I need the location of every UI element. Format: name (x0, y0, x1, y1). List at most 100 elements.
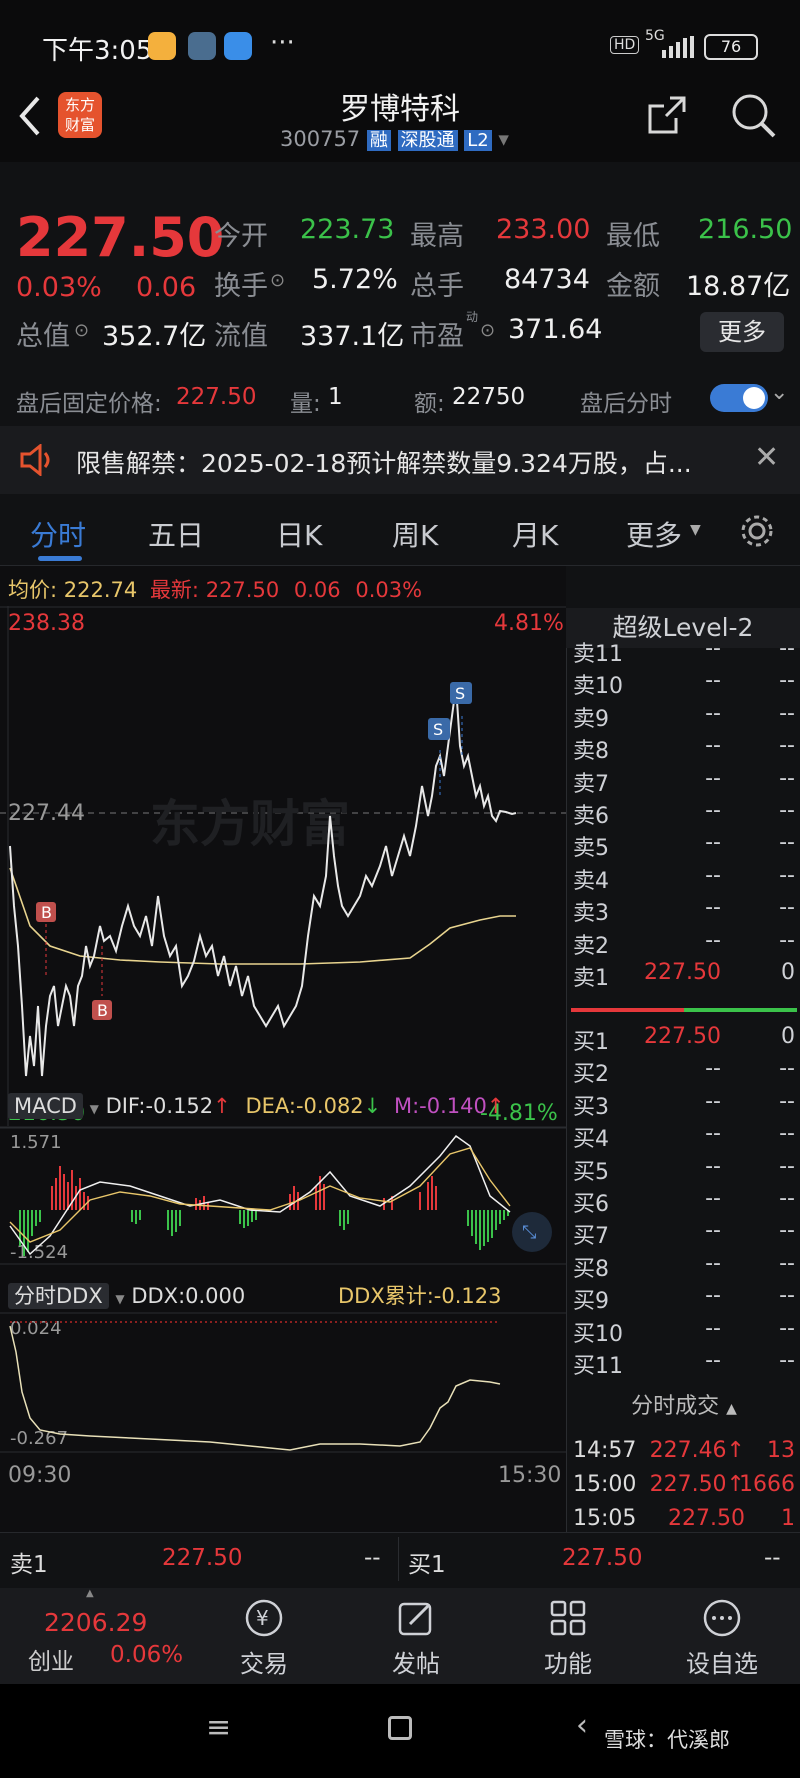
nav-functions[interactable]: 功能 (518, 1598, 618, 1679)
buy-level-row[interactable]: 买2 -- -- (567, 1052, 800, 1087)
notice-bar[interactable]: 限售解禁：2025-02-18预计解禁数量9.324万股，占... ✕ (0, 426, 800, 494)
time-end-label: 15:30 (498, 1463, 561, 1488)
info-icon[interactable]: ⊙ (74, 320, 89, 341)
battery-icon: 76 (704, 34, 758, 60)
buy-level-row[interactable]: 买9 -- -- (567, 1279, 800, 1314)
trade-time: 15:05 (573, 1506, 637, 1531)
high-label: 最高 (410, 221, 464, 252)
ddx-cum: DDX累计:-0.123 (338, 1284, 502, 1308)
buy-level-row[interactable]: 买6 -- -- (567, 1182, 800, 1217)
buy-level-row[interactable]: 买10 -- -- (567, 1312, 800, 1347)
level-price: -- (705, 733, 721, 759)
bottom-sell-price: 227.50 (162, 1545, 243, 1571)
svg-text:¥: ¥ (256, 1606, 269, 1630)
bottom-sell-label: 卖1 (10, 1552, 48, 1578)
open-label: 今开 (214, 221, 268, 252)
tab-more[interactable]: 更多 (626, 514, 682, 554)
nav-post[interactable]: 发帖 (366, 1598, 466, 1679)
buy-level-row[interactable]: 买5 -- -- (567, 1150, 800, 1185)
buy-level-row[interactable]: 买3 -- -- (567, 1085, 800, 1120)
buy-level-row[interactable]: 买7 -- -- (567, 1214, 800, 1249)
bottom-bid-ask: 卖1 227.50 -- 买1 227.50 -- (0, 1532, 800, 1584)
more-button[interactable]: 更多 (700, 312, 784, 352)
weibo-icon (148, 32, 176, 60)
sell-level-row[interactable]: 卖5 -- -- (567, 826, 800, 861)
nav-watchlist[interactable]: 设自选 (672, 1598, 772, 1679)
home-icon[interactable] (388, 1716, 412, 1740)
level-price: -- (705, 895, 721, 921)
change-value: 0.06 (136, 272, 197, 303)
macd-m: M:-0.140 (393, 1094, 487, 1118)
sell-level-row[interactable]: 卖3 -- -- (567, 891, 800, 926)
chevron-down-icon[interactable]: ⌄ (770, 380, 788, 405)
after-hours-price: 227.50 (176, 384, 257, 410)
menu-icon[interactable]: ≡ (206, 1710, 231, 1745)
sell-level-row[interactable]: 卖7 -- -- (567, 762, 800, 797)
buy-level-row[interactable]: 买1 227.50 0 (567, 1020, 800, 1055)
share-icon[interactable] (646, 94, 688, 136)
after-hours-toggle[interactable] (710, 384, 768, 412)
index-chg: 0.06% (110, 1642, 184, 1668)
after-hours-row: 盘后固定价格: 227.50 量: 1 额: 22750 盘后分时 ⌄ (0, 372, 800, 424)
level-label: 卖8 (573, 739, 609, 765)
level-volume: -- (779, 1348, 795, 1373)
gear-icon[interactable] (738, 512, 776, 550)
after-hours-amt-label: 额: (414, 391, 445, 417)
macd-selector[interactable]: MACD (8, 1093, 83, 1119)
level-label: 买7 (573, 1224, 609, 1250)
amount-value: 18.87亿 (686, 271, 791, 302)
ddx-chart[interactable]: 0.024 -0.267 09:30 15:30 (0, 1312, 566, 1532)
info-icon[interactable]: ⊙ (270, 270, 285, 291)
trade-volume: 1666 (739, 1472, 795, 1497)
nav-functions-label: 功能 (544, 1650, 592, 1678)
nav-trade[interactable]: ¥ 交易 (214, 1598, 314, 1679)
trades-title[interactable]: 分时成交 ▲ (567, 1388, 800, 1420)
intraday-chart-area[interactable]: 均价: 222.74 最新: 227.50 0.06 0.03% 东方财富 23… (0, 566, 566, 1532)
ddx-cum-line (9, 1325, 501, 1451)
ddx-selector[interactable]: 分时DDX (8, 1283, 109, 1309)
tab-intraday[interactable]: 分时 (30, 514, 86, 554)
back-nav-icon[interactable]: ‹ (576, 1708, 588, 1743)
sell-level-row[interactable]: 卖10 -- -- (567, 664, 800, 699)
avg-value: 222.74 (63, 578, 138, 602)
after-hours-qty-label: 量: (290, 391, 321, 417)
sell-level-row[interactable]: 卖11 -- -- (567, 632, 800, 667)
sell-level-row[interactable]: 卖9 -- -- (567, 697, 800, 732)
buy-level-row[interactable]: 买8 -- -- (567, 1247, 800, 1282)
caret-down-icon: ▼ (690, 522, 701, 538)
buy-level-row[interactable]: 买11 -- -- (567, 1344, 800, 1379)
pe-value: 371.64 (508, 314, 603, 345)
macd-chart[interactable]: 1.571 -1.524 ⤡ (0, 1126, 566, 1266)
sell-level-row[interactable]: 卖8 -- -- (567, 729, 800, 764)
info-icon[interactable]: ⊙ (480, 320, 495, 341)
sell-level-row[interactable]: 卖6 -- -- (567, 794, 800, 829)
last-value: 227.50 (205, 578, 280, 602)
caret-up-icon: ▲ (86, 1588, 94, 1599)
index-widget[interactable]: ▲ 2206.29 创业 0.06% (0, 1588, 200, 1684)
level-price: -- (705, 636, 721, 661)
caret-down-icon[interactable]: ▾ (498, 127, 509, 151)
tab-5day[interactable]: 五日 (148, 514, 204, 554)
arrow-up-icon: ↑ (213, 1094, 231, 1118)
tab-weekly-k[interactable]: 周K (392, 514, 438, 554)
buy-level-row[interactable]: 买4 -- -- (567, 1117, 800, 1152)
level-volume: -- (779, 895, 795, 921)
sell-level-row[interactable]: 卖1 227.50 0 (567, 956, 800, 991)
level-price: -- (705, 1283, 721, 1309)
level-volume: -- (779, 1056, 795, 1082)
orderbook-panel: 卖11 -- -- 卖10 -- -- 卖9 -- -- 卖8 -- -- 卖7 -- -- 卖6 -- -- 卖5… (566, 636, 800, 1532)
level-label: 买11 (573, 1354, 623, 1379)
sell-level-row[interactable]: 卖4 -- -- (567, 859, 800, 894)
tab-daily-k[interactable]: 日K (276, 514, 322, 554)
sell-level-row[interactable]: 卖2 -- -- (567, 924, 800, 959)
level-price: -- (705, 1348, 721, 1373)
close-icon[interactable]: ✕ (754, 440, 779, 475)
tab-monthly-k[interactable]: 月K (512, 514, 558, 554)
svg-text:S: S (433, 720, 443, 739)
stock-code: 300757 (280, 127, 361, 151)
open-value: 223.73 (300, 214, 395, 245)
level-volume: -- (779, 1088, 795, 1114)
float-mv-value: 337.1亿 (300, 321, 405, 352)
search-icon[interactable] (730, 92, 776, 138)
level-label: 卖9 (573, 706, 609, 732)
